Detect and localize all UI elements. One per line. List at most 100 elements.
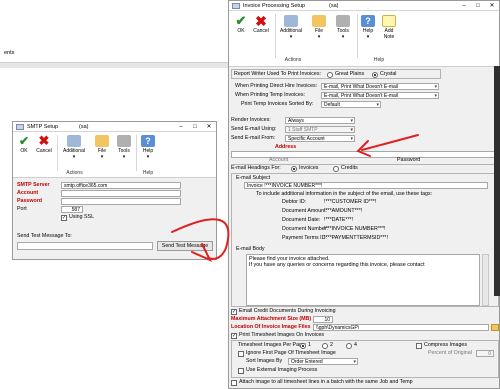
additional-menu[interactable]: Additional ▾ bbox=[60, 135, 88, 160]
ok-button[interactable]: ✔ OK bbox=[16, 135, 32, 154]
attach-image-checkbox[interactable] bbox=[231, 380, 237, 386]
gears-icon bbox=[284, 15, 298, 27]
email-subject-field[interactable]: Invoice !***INVOICE NUMBER***! bbox=[244, 182, 488, 189]
chevron-down-icon: ▾ bbox=[289, 34, 293, 40]
tools-icon bbox=[117, 135, 131, 147]
smtp-server-field[interactable]: smtp.office365.com bbox=[61, 182, 181, 189]
actions-group-label: Actions bbox=[284, 57, 302, 63]
file-menu[interactable]: File ▾ bbox=[93, 135, 111, 160]
email-body-label: E-mail Body bbox=[236, 246, 265, 252]
location-field[interactable]: \\gph\DynamicsGP\ bbox=[313, 324, 489, 331]
tag-value: !***CUSTOMER ID***! bbox=[324, 199, 377, 205]
tag-value: !***PAYMENTTERMSID***! bbox=[324, 235, 388, 241]
window-title: SMTP Setup bbox=[27, 124, 59, 130]
close-window-button[interactable]: ✕ bbox=[485, 1, 499, 11]
send-test-message-button[interactable]: Send Test Message bbox=[157, 241, 213, 251]
folder-icon bbox=[95, 135, 109, 147]
tag-name: Document Number: bbox=[282, 226, 328, 232]
ignore-first-page-checkbox[interactable] bbox=[238, 351, 244, 357]
per-page-1-radio[interactable] bbox=[300, 343, 306, 349]
chevron-down-icon: ▾ bbox=[341, 34, 345, 40]
port-label: Port bbox=[17, 206, 27, 212]
per-page-2-label: 2 bbox=[330, 342, 333, 348]
print-timesheet-checkbox[interactable]: ✓ bbox=[231, 333, 237, 339]
checkmark-icon: ✔ bbox=[235, 13, 247, 28]
crystal-label: Crystal bbox=[380, 71, 397, 77]
sorted-by-select[interactable]: Default bbox=[321, 101, 381, 108]
per-page-2-radio[interactable] bbox=[322, 343, 328, 349]
file-menu[interactable]: File ▾ bbox=[309, 15, 329, 40]
smtp-titlebar: SMTP Setup (sa) – □ ✕ bbox=[13, 122, 216, 132]
direct-hire-select[interactable]: E-mail, Print What Doesn't E-mail bbox=[321, 83, 439, 90]
use-external-checkbox[interactable] bbox=[238, 368, 244, 374]
side-scrollbar[interactable] bbox=[494, 66, 500, 296]
temp-invoices-select[interactable]: E-mail, Print What Doesn't E-mail bbox=[321, 92, 439, 99]
company-label: (sa) bbox=[329, 3, 339, 9]
tag-value: !***DATE***! bbox=[324, 217, 354, 223]
add-note-button[interactable]: Add Note bbox=[379, 15, 399, 40]
sort-images-label: Sort Images By bbox=[246, 358, 283, 364]
per-page-4-radio[interactable] bbox=[346, 343, 352, 349]
chevron-down-icon: ▾ bbox=[72, 154, 76, 160]
test-message-field[interactable] bbox=[17, 242, 153, 250]
email-body-line: If you have any queries or concerns rega… bbox=[249, 262, 425, 268]
email-settings-box: E-mail Subject Invoice !***INVOICE NUMBE… bbox=[231, 173, 499, 307]
company-label: (sa) bbox=[79, 124, 89, 130]
ok-button[interactable]: ✔ OK bbox=[233, 13, 249, 34]
app-icon bbox=[16, 124, 24, 130]
per-page-4-label: 4 bbox=[354, 342, 357, 348]
checkmark-icon: ✔ bbox=[18, 134, 30, 148]
great-plains-radio[interactable] bbox=[327, 72, 333, 78]
sort-images-select[interactable]: Order Entered bbox=[288, 358, 358, 365]
email-body-scrollbar[interactable] bbox=[482, 254, 489, 306]
minimize-button[interactable]: – bbox=[457, 1, 471, 11]
ssl-checkbox[interactable]: ✓ bbox=[61, 215, 67, 221]
account-field[interactable] bbox=[61, 190, 181, 197]
add-note-label: Add Note bbox=[383, 28, 395, 40]
help-icon: ? bbox=[141, 135, 155, 147]
folder-icon[interactable] bbox=[491, 324, 499, 331]
tools-menu[interactable]: Tools ▾ bbox=[115, 135, 133, 160]
render-invoices-select[interactable]: Always bbox=[285, 117, 355, 124]
smtp-server-label: SMTP Server bbox=[17, 182, 50, 188]
close-window-button[interactable]: ✕ bbox=[202, 122, 216, 132]
cancel-button[interactable]: ✖ Cancel bbox=[251, 14, 271, 34]
compress-images-checkbox[interactable] bbox=[416, 343, 422, 349]
minimize-button[interactable]: – bbox=[174, 122, 188, 132]
help-group-label: Help bbox=[142, 170, 154, 176]
invoice-processing-setup-window: Invoice Processing Setup (sa) – □ ✕ ✔ OK… bbox=[228, 0, 500, 389]
email-body-textarea[interactable]: Please find your invoice attached. If yo… bbox=[246, 254, 480, 306]
temp-invoices-label: When Printing Temp Invoices: bbox=[235, 92, 305, 98]
help-menu[interactable]: ? Help ▾ bbox=[359, 15, 377, 40]
maximize-button[interactable]: □ bbox=[471, 1, 485, 11]
additional-menu[interactable]: Additional ▾ bbox=[277, 15, 305, 40]
headings-credits-radio[interactable] bbox=[333, 166, 339, 172]
account-label: Account bbox=[269, 157, 289, 163]
send-from-label: Send E-mail From: bbox=[231, 135, 276, 141]
cancel-button[interactable]: ✖ Cancel bbox=[34, 134, 54, 154]
help-menu[interactable]: ? Help ▾ bbox=[139, 135, 157, 160]
report-writer-label: Report Writer Used To Print Invoices: bbox=[234, 71, 321, 77]
password-field[interactable] bbox=[61, 198, 181, 205]
great-plains-label: Great Plains bbox=[335, 71, 365, 77]
send-using-select[interactable]: 1 Staff SMTP bbox=[285, 126, 355, 133]
max-attachment-label: Maximum Attachment Size (MB) bbox=[231, 316, 312, 322]
compress-images-label: Compress Images bbox=[424, 342, 467, 348]
send-from-select[interactable]: Specific Account bbox=[285, 135, 355, 142]
port-field[interactable]: 587 bbox=[61, 206, 83, 213]
max-attachment-field[interactable]: 10 bbox=[313, 316, 333, 323]
headings-invoices-radio[interactable] bbox=[291, 166, 297, 172]
tools-icon bbox=[336, 15, 350, 27]
maximize-button[interactable]: □ bbox=[188, 122, 202, 132]
tools-menu[interactable]: Tools ▾ bbox=[333, 15, 353, 40]
crystal-radio[interactable] bbox=[372, 72, 378, 78]
cancel-label: Cancel bbox=[253, 28, 269, 34]
tags-intro-text: To include additional information in the… bbox=[256, 191, 433, 197]
invoice-ribbon: ✔ OK ✖ Cancel Additional ▾ File ▾ Tools ▾ ?… bbox=[229, 11, 499, 67]
direct-hire-label: When Printing Direct Hire Invoices: bbox=[235, 83, 318, 89]
email-credit-checkbox[interactable]: ✓ bbox=[231, 309, 237, 315]
report-writer-row: Report Writer Used To Print Invoices: Gr… bbox=[231, 69, 441, 79]
percent-field[interactable]: 0 bbox=[476, 350, 494, 357]
actions-group-label: Actions bbox=[66, 170, 83, 176]
note-icon bbox=[382, 15, 396, 27]
